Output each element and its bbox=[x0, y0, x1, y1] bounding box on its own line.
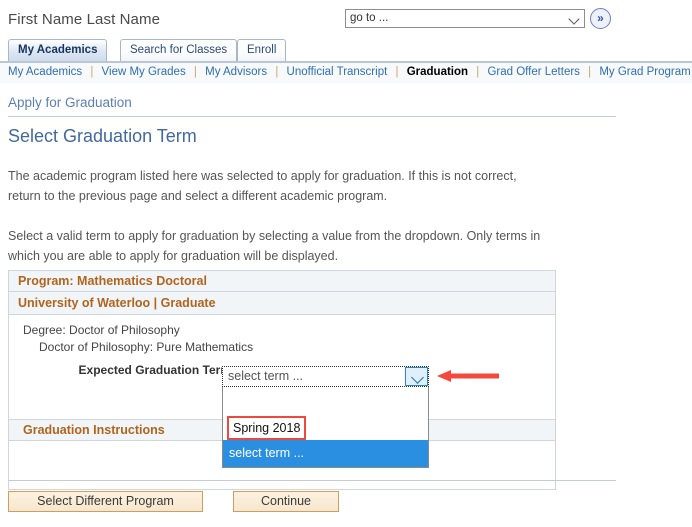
subnav-item-my-advisors[interactable]: My Advisors bbox=[205, 66, 267, 78]
subnav-item-graduation: Graduation bbox=[406, 66, 469, 78]
user-name: First Name Last Name bbox=[8, 11, 161, 28]
breadcrumb-divider bbox=[8, 116, 616, 117]
select-different-program-button[interactable]: Select Different Program bbox=[8, 491, 203, 512]
expected-graduation-term-dropdown[interactable]: select term ... Spring 2018 select term … bbox=[222, 366, 429, 468]
tab-search-for-classes[interactable]: Search for Classes bbox=[120, 39, 238, 61]
footer-divider bbox=[8, 480, 616, 481]
subnav-separator: | bbox=[193, 66, 197, 78]
expected-graduation-term-label: Expected Graduation Term bbox=[78, 363, 231, 377]
breadcrumb: Apply for Graduation bbox=[8, 95, 132, 110]
page-title: Select Graduation Term bbox=[8, 126, 197, 146]
intro-paragraph-1: The academic program listed here was sel… bbox=[8, 169, 517, 203]
tab-my-academics[interactable]: My Academics bbox=[8, 39, 108, 61]
goto-menu-group: go to ... » bbox=[345, 8, 611, 29]
term-dropdown-value: select term ... bbox=[228, 369, 304, 383]
goto-select-value: go to ... bbox=[350, 12, 389, 24]
goto-submit-button[interactable]: » bbox=[590, 8, 611, 29]
degree-line-1: Degree: Doctor of Philosophy bbox=[23, 323, 180, 337]
term-option-spring-2018[interactable]: Spring 2018 bbox=[223, 415, 428, 440]
term-dropdown-options-list: Spring 2018 select term ... bbox=[222, 387, 429, 468]
subnav-separator: | bbox=[588, 66, 592, 78]
left-arrow-annotation-icon bbox=[437, 368, 499, 384]
goto-select[interactable]: go to ... bbox=[345, 9, 585, 28]
term-option-select-term[interactable]: select term ... bbox=[223, 440, 428, 467]
continue-button[interactable]: Continue bbox=[233, 491, 339, 512]
tab-bar: My Academics Search for Classes Enroll bbox=[0, 39, 692, 62]
tab-enroll[interactable]: Enroll bbox=[237, 39, 287, 61]
chevron-down-icon bbox=[569, 13, 580, 24]
subnav-item-view-my-grades[interactable]: View My Grades bbox=[102, 66, 186, 78]
subnav-item-unofficial-transcript[interactable]: Unofficial Transcript bbox=[287, 66, 388, 78]
term-option-spring-2018-label: Spring 2018 bbox=[227, 416, 307, 440]
program-header: Program: Mathematics Doctoral bbox=[8, 270, 556, 292]
term-option-blank[interactable] bbox=[223, 387, 428, 415]
subnav-separator: | bbox=[395, 66, 399, 78]
subnav-item-my-academics[interactable]: My Academics bbox=[8, 66, 82, 78]
sub-navigation: My Academics | View My Grades | My Advis… bbox=[0, 63, 692, 83]
subnav-separator: | bbox=[476, 66, 480, 78]
intro-paragraph-2: Select a valid term to apply for graduat… bbox=[8, 229, 541, 263]
subnav-item-grad-offer-letters[interactable]: Grad Offer Letters bbox=[487, 66, 579, 78]
page-root: First Name Last Name go to ... » My Acad… bbox=[0, 0, 692, 527]
institution-header: University of Waterloo | Graduate bbox=[9, 292, 555, 315]
chevron-down-icon[interactable] bbox=[405, 367, 428, 386]
subnav-item-my-grad-program[interactable]: My Grad Program bbox=[599, 66, 690, 78]
subnav-separator: | bbox=[90, 66, 94, 78]
page-header: First Name Last Name go to ... » bbox=[0, 0, 692, 38]
subnav-separator: | bbox=[275, 66, 279, 78]
degree-line-2: Doctor of Philosophy: Pure Mathematics bbox=[39, 340, 254, 354]
term-dropdown-field[interactable]: select term ... bbox=[222, 366, 429, 387]
